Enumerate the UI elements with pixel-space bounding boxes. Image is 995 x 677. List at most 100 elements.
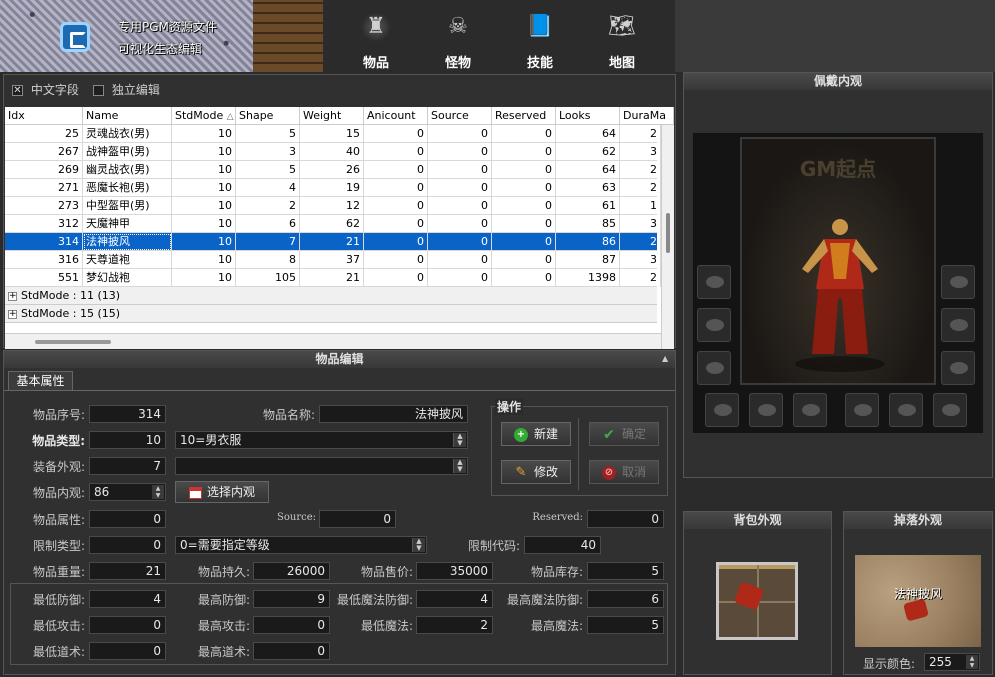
table-row[interactable]: 316 天尊道袍 10 8 37 0 0 0 87 3 bbox=[5, 251, 661, 269]
equip-slot-right-2[interactable] bbox=[941, 308, 975, 342]
item-index-field[interactable]: 314 bbox=[89, 405, 166, 423]
cancel-button-label: 取消 bbox=[621, 465, 646, 479]
chinese-fields-checkbox[interactable]: ✕ 中文字段 bbox=[12, 82, 79, 98]
horizontal-scrollbar[interactable] bbox=[5, 333, 661, 349]
item-attr-field[interactable]: 0 bbox=[89, 510, 166, 528]
column-header-name[interactable]: Name bbox=[83, 107, 172, 125]
confirm-button[interactable]: ✔ 确定 bbox=[589, 422, 659, 446]
column-header-reserved[interactable]: Reserved bbox=[492, 107, 556, 125]
item-table[interactable]: Idx Name StdMode △ Shape Weight Anicount… bbox=[5, 107, 674, 349]
min-sc-label: 最低道术: bbox=[32, 645, 85, 659]
equip-slot-right-3[interactable] bbox=[941, 351, 975, 385]
source-field[interactable]: 0 bbox=[319, 510, 396, 528]
table-cell: 4 bbox=[236, 179, 300, 197]
max-mc-field[interactable]: 5 bbox=[587, 616, 664, 634]
min-mac-field[interactable]: 4 bbox=[416, 590, 493, 608]
table-row[interactable]: 271 恶魔长袍(男) 10 4 19 0 0 0 63 2 bbox=[5, 179, 661, 197]
item-type-select[interactable]: 10=男衣服 ▲ ▼ bbox=[175, 431, 468, 449]
stepper-arrows-icon[interactable]: ▲ ▼ bbox=[152, 485, 164, 499]
banner-wall-art bbox=[253, 0, 323, 72]
table-cell: 灵魂战衣(男) bbox=[83, 125, 172, 143]
limit-code-field[interactable]: 40 bbox=[524, 536, 601, 554]
equip-slot-bottom-2[interactable] bbox=[749, 393, 783, 427]
equip-slot-left-3[interactable] bbox=[697, 351, 731, 385]
min-mc-field[interactable]: 2 bbox=[416, 616, 493, 634]
item-type-field[interactable]: 10 bbox=[89, 431, 166, 449]
vertical-scrollbar[interactable] bbox=[661, 125, 674, 349]
equip-shape-field[interactable]: 7 bbox=[89, 457, 166, 475]
table-cell: 316 bbox=[5, 251, 83, 269]
table-cell: 3 bbox=[236, 143, 300, 161]
table-row[interactable]: 269 幽灵战衣(男) 10 5 26 0 0 0 64 2 bbox=[5, 161, 661, 179]
min-sc-field[interactable]: 0 bbox=[89, 642, 166, 660]
equip-slot-bottom-1[interactable] bbox=[705, 393, 739, 427]
expand-icon[interactable]: + bbox=[8, 309, 17, 319]
weight-field[interactable]: 21 bbox=[89, 562, 166, 580]
equip-shape-select[interactable]: ▲ ▼ bbox=[175, 457, 468, 475]
equip-slot-left-2[interactable] bbox=[697, 308, 731, 342]
equip-slot-bottom-6[interactable] bbox=[933, 393, 967, 427]
nav-monsters[interactable]: ☠ 怪物 bbox=[423, 0, 493, 72]
column-header-stdmode[interactable]: StdMode △ bbox=[172, 107, 236, 125]
table-row[interactable]: 25 灵魂战衣(男) 10 5 15 0 0 0 64 2 bbox=[5, 125, 661, 143]
column-header-anicount[interactable]: Anicount bbox=[364, 107, 428, 125]
independent-edit-checkbox[interactable]: 独立编辑 bbox=[93, 82, 160, 98]
table-cell: 0 bbox=[364, 179, 428, 197]
modify-button[interactable]: ✎ 修改 bbox=[501, 460, 571, 484]
nav-maps[interactable]: 🗺 地图 bbox=[587, 0, 657, 72]
expand-icon[interactable]: + bbox=[8, 291, 17, 301]
equip-slot-bottom-4[interactable] bbox=[845, 393, 879, 427]
cancel-button[interactable]: ⊘ 取消 bbox=[589, 460, 659, 484]
stepper-arrows-icon[interactable]: ▲ ▼ bbox=[966, 655, 978, 669]
item-name-label: 物品名称: bbox=[262, 408, 315, 422]
item-name-field[interactable]: 法神披风 bbox=[319, 405, 468, 423]
max-sc-field[interactable]: 0 bbox=[253, 642, 330, 660]
min-dc-field[interactable]: 0 bbox=[89, 616, 166, 634]
stock-field[interactable]: 5 bbox=[587, 562, 664, 580]
max-ac-field[interactable]: 9 bbox=[253, 590, 330, 608]
item-looks-stepper[interactable]: 86 ▲ ▼ bbox=[89, 483, 166, 501]
table-group-row[interactable]: + StdMode : 11 (13) bbox=[5, 287, 657, 305]
table-row[interactable]: 551 梦幻战袍 10 105 21 0 0 0 1398 2 bbox=[5, 269, 661, 287]
table-row[interactable]: 273 中型盔甲(男) 10 2 12 0 0 0 61 1 bbox=[5, 197, 661, 215]
table-cell: 0 bbox=[364, 197, 428, 215]
equip-slot-right-1[interactable] bbox=[941, 265, 975, 299]
spinner-icon[interactable]: ▲ ▼ bbox=[453, 433, 466, 447]
table-cell: 2 bbox=[620, 269, 661, 287]
scrollbar-thumb[interactable] bbox=[666, 213, 670, 253]
reserved-field[interactable]: 0 bbox=[587, 510, 664, 528]
durability-field[interactable]: 26000 bbox=[253, 562, 330, 580]
app-banner: 专用PGM资源文件 可视化生态编辑 bbox=[0, 0, 323, 72]
equip-slot-left-1[interactable] bbox=[697, 265, 731, 299]
equip-slot-bottom-5[interactable] bbox=[889, 393, 923, 427]
max-mac-field[interactable]: 6 bbox=[587, 590, 664, 608]
display-color-stepper[interactable]: 255 ▲ ▼ bbox=[924, 653, 980, 671]
nav-skills[interactable]: 📘 技能 bbox=[505, 0, 575, 72]
collapse-icon[interactable]: ▲ bbox=[662, 354, 668, 363]
equip-slot-bottom-3[interactable] bbox=[793, 393, 827, 427]
horizontal-scrollbar-thumb[interactable] bbox=[35, 340, 111, 344]
table-group-row[interactable]: + StdMode : 15 (15) bbox=[5, 305, 657, 323]
column-header-idx[interactable]: Idx bbox=[5, 107, 83, 125]
choose-looks-button[interactable]: 选择内观 bbox=[175, 481, 269, 503]
table-row[interactable]: 312 天魔神甲 10 6 62 0 0 0 85 3 bbox=[5, 215, 661, 233]
table-row[interactable]: 314 法神披风 10 7 21 0 0 0 86 2 bbox=[5, 233, 661, 251]
table-row[interactable]: 267 战神盔甲(男) 10 3 40 0 0 0 62 3 bbox=[5, 143, 661, 161]
column-header-looks[interactable]: Looks bbox=[556, 107, 620, 125]
max-dc-field[interactable]: 0 bbox=[253, 616, 330, 634]
min-ac-field[interactable]: 4 bbox=[89, 590, 166, 608]
spinner-icon[interactable]: ▲ ▼ bbox=[453, 459, 466, 473]
column-header-shape[interactable]: Shape bbox=[236, 107, 300, 125]
column-header-weight[interactable]: Weight bbox=[300, 107, 364, 125]
no-entry-icon: ⊘ bbox=[601, 465, 616, 480]
column-header-source[interactable]: Source bbox=[428, 107, 492, 125]
limit-type-field[interactable]: 0 bbox=[89, 536, 166, 554]
column-header-duramax[interactable]: DuraMa bbox=[620, 107, 674, 125]
price-field[interactable]: 35000 bbox=[416, 562, 493, 580]
tab-basic-attributes[interactable]: 基本属性 bbox=[8, 371, 73, 391]
limit-type-select[interactable]: 0=需要指定等级 ▲ ▼ bbox=[175, 536, 427, 554]
table-cell: 105 bbox=[236, 269, 300, 287]
nav-items[interactable]: ♜ 物品 bbox=[341, 0, 411, 72]
spinner-icon[interactable]: ▲ ▼ bbox=[412, 538, 425, 552]
new-button[interactable]: + 新建 bbox=[501, 422, 571, 446]
